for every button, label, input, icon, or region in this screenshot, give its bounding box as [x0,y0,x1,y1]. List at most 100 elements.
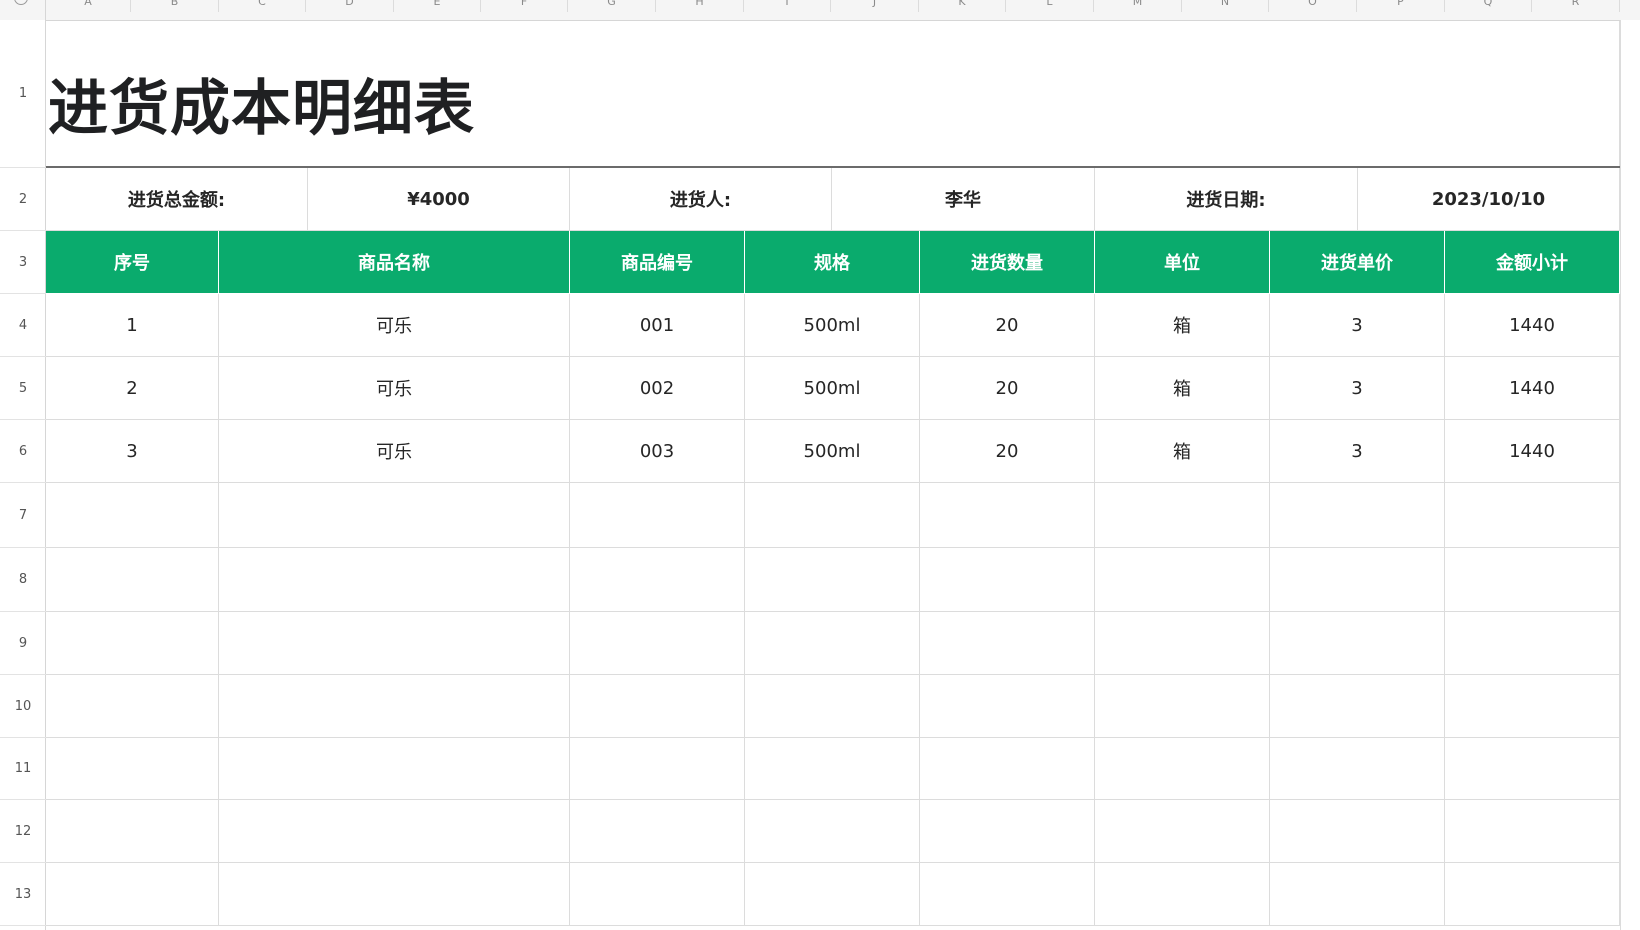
column-letter[interactable]: M [1094,0,1182,12]
column-letter[interactable]: P [1357,0,1445,12]
header-seq[interactable]: 序号 [46,231,219,294]
column-letter[interactable]: H [656,0,744,12]
empty-cell[interactable] [1445,863,1620,926]
empty-cell[interactable] [1270,675,1445,738]
empty-cell[interactable] [219,675,570,738]
empty-cell[interactable] [46,612,219,675]
column-letter[interactable]: K [919,0,1006,12]
cell-spec[interactable]: 500ml [745,420,920,483]
empty-cell[interactable] [1445,612,1620,675]
total-amount-label[interactable]: 进货总金额: [46,168,308,231]
empty-cell[interactable] [1445,738,1620,800]
empty-cell[interactable] [1445,483,1620,548]
column-letter[interactable]: L [1006,0,1094,12]
cell-quantity[interactable]: 20 [920,294,1095,357]
empty-cell[interactable] [1095,738,1270,800]
row-number[interactable]: 6 [0,420,46,483]
cell-quantity[interactable]: 20 [920,357,1095,420]
empty-cell[interactable] [570,800,745,863]
empty-cell[interactable] [219,800,570,863]
row-number[interactable]: 12 [0,800,46,863]
empty-cell[interactable] [570,675,745,738]
empty-cell[interactable] [570,483,745,548]
cell-seq[interactable]: 2 [46,357,219,420]
empty-cell[interactable] [570,548,745,612]
row-number[interactable]: 2 [0,168,46,231]
column-letter[interactable]: E [394,0,481,12]
cell-subtotal[interactable]: 1440 [1445,420,1620,483]
cell-unit[interactable]: 箱 [1095,294,1270,357]
empty-cell[interactable] [745,863,920,926]
empty-cell[interactable] [745,612,920,675]
column-letter[interactable]: C [219,0,306,12]
empty-cell[interactable] [219,738,570,800]
empty-cell[interactable] [1095,675,1270,738]
empty-cell[interactable] [570,863,745,926]
empty-cell[interactable] [46,800,219,863]
column-letter[interactable]: G [568,0,656,12]
empty-cell[interactable] [920,738,1095,800]
column-letter[interactable]: R [1532,0,1620,12]
cell-unit[interactable]: 箱 [1095,357,1270,420]
empty-cell[interactable] [745,483,920,548]
cell-seq[interactable]: 1 [46,294,219,357]
row-number[interactable]: 13 [0,863,46,926]
cell-unit-price[interactable]: 3 [1270,294,1445,357]
empty-cell[interactable] [1095,612,1270,675]
empty-cell[interactable] [1445,800,1620,863]
cell-product-code[interactable]: 003 [570,420,745,483]
cell-quantity[interactable]: 20 [920,420,1095,483]
column-letter[interactable]: I [744,0,831,12]
empty-cell[interactable] [1445,675,1620,738]
empty-cell[interactable] [46,738,219,800]
row-number[interactable]: 3 [0,231,46,294]
column-letter[interactable]: N [1182,0,1269,12]
cell-product-name[interactable]: 可乐 [219,357,570,420]
column-s-edge[interactable] [1620,20,1640,930]
row-number[interactable]: 9 [0,612,46,675]
empty-cell[interactable] [920,483,1095,548]
empty-cell[interactable] [1270,863,1445,926]
column-letter[interactable]: J [831,0,919,12]
empty-cell[interactable] [1095,863,1270,926]
empty-cell[interactable] [1445,548,1620,612]
empty-cell[interactable] [46,863,219,926]
empty-cell[interactable] [1270,612,1445,675]
empty-cell[interactable] [219,483,570,548]
cell-product-code[interactable]: 001 [570,294,745,357]
empty-cell[interactable] [1270,800,1445,863]
row-number[interactable]: 8 [0,548,46,612]
cell-product-name[interactable]: 可乐 [219,420,570,483]
column-letter[interactable]: A [46,0,131,12]
sheet-title[interactable]: 进货成本明细表 [48,60,475,147]
empty-cell[interactable] [46,483,219,548]
cell-unit[interactable]: 箱 [1095,420,1270,483]
empty-cell[interactable] [219,548,570,612]
cell-spec[interactable]: 500ml [745,294,920,357]
header-unit-price[interactable]: 进货单价 [1270,231,1445,294]
empty-cell[interactable] [570,738,745,800]
empty-cell[interactable] [920,675,1095,738]
row-number[interactable]: 11 [0,738,46,800]
cell-product-code[interactable]: 002 [570,357,745,420]
cell-spec[interactable]: 500ml [745,357,920,420]
row-number[interactable]: 1 [0,20,46,168]
purchase-date-value[interactable]: 2023/10/10 [1358,168,1620,231]
empty-cell[interactable] [745,675,920,738]
empty-cell[interactable] [745,800,920,863]
row-number[interactable]: 4 [0,294,46,357]
cell-subtotal[interactable]: 1440 [1445,357,1620,420]
cell-product-name[interactable]: 可乐 [219,294,570,357]
cell-unit-price[interactable]: 3 [1270,420,1445,483]
row-number[interactable]: 5 [0,357,46,420]
header-subtotal[interactable]: 金额小计 [1445,231,1620,294]
empty-cell[interactable] [920,863,1095,926]
buyer-value[interactable]: 李华 [832,168,1095,231]
header-unit[interactable]: 单位 [1095,231,1270,294]
select-all-icon[interactable] [14,0,28,5]
column-letter[interactable]: O [1269,0,1357,12]
empty-cell[interactable] [1270,548,1445,612]
empty-cell[interactable] [920,548,1095,612]
column-letter[interactable]: Q [1445,0,1532,12]
empty-cell[interactable] [570,612,745,675]
